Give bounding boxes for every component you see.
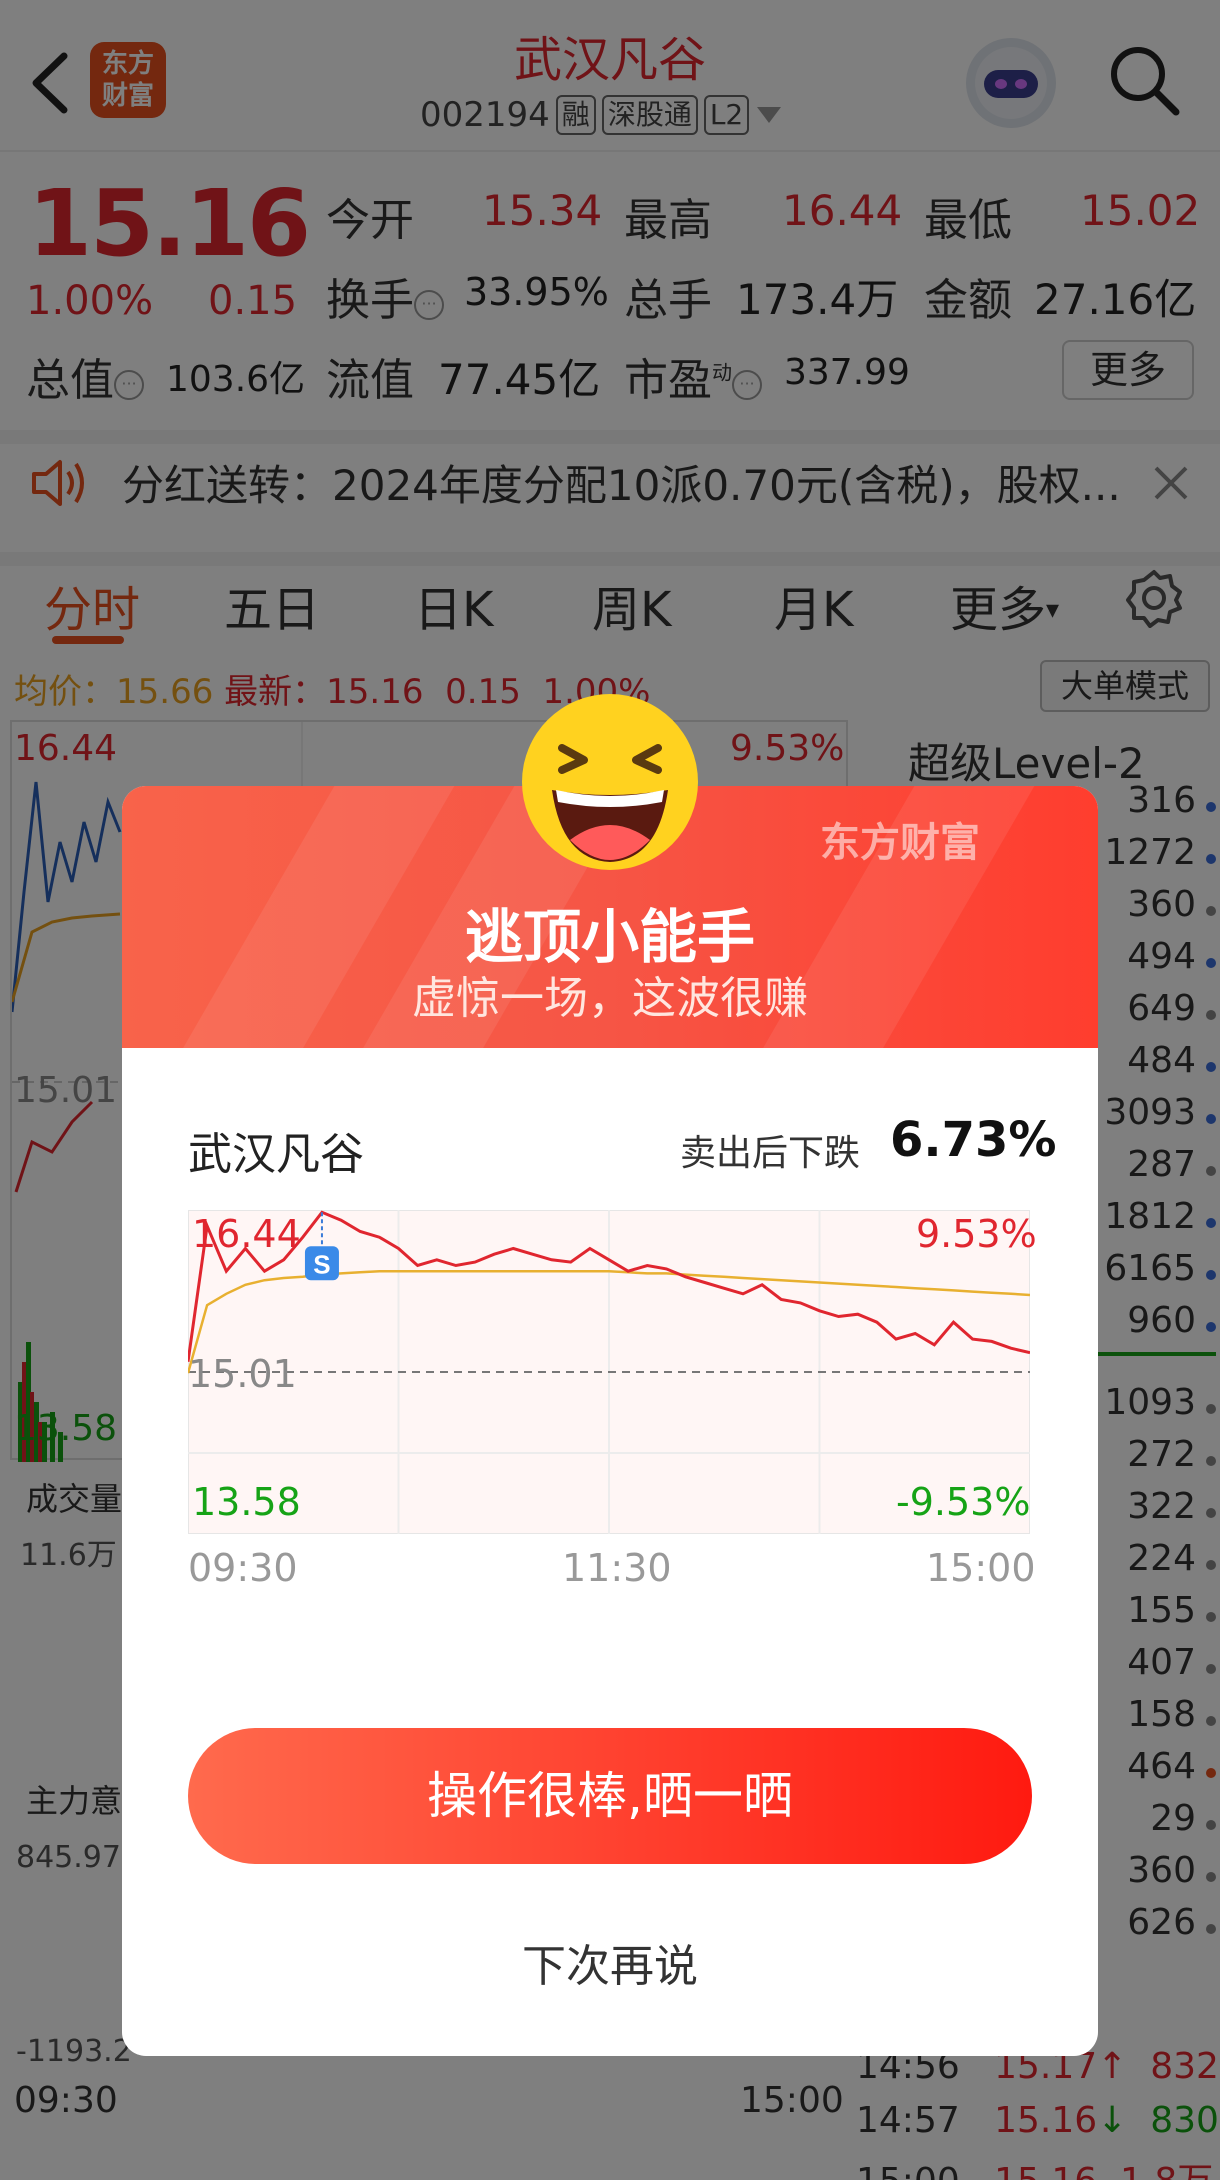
share-button[interactable]: 操作很棒,晒一晒 bbox=[188, 1728, 1032, 1864]
modal-subtitle: 虚惊一场，这波很赚 bbox=[412, 973, 808, 1024]
chart-high-label: 16.44 bbox=[192, 1212, 301, 1256]
drop-after-sell-value: 6.73% bbox=[890, 1112, 1057, 1168]
stock-detail-screen: 东方 财富 武汉凡谷 002194 融 深股通 L2 15.16 1.00% 0… bbox=[0, 0, 1220, 2180]
chart-prev-close-label: 15.01 bbox=[188, 1352, 297, 1396]
brand-watermark: 东方财富 bbox=[820, 820, 980, 866]
chart-time-mid: 11:30 bbox=[562, 1546, 672, 1590]
later-button[interactable]: 下次再说 bbox=[122, 1930, 1098, 1994]
chart-high-pct-label: 9.53% bbox=[916, 1212, 1037, 1256]
drop-after-sell-label: 卖出后下跌 bbox=[680, 1133, 861, 1174]
laughing-emoji-icon bbox=[518, 690, 702, 874]
sell-marker-label: S bbox=[313, 1249, 330, 1279]
chart-time-open: 09:30 bbox=[188, 1546, 298, 1590]
chart-low-pct-label: -9.53% bbox=[896, 1480, 1031, 1524]
chart-low-label: 13.58 bbox=[192, 1480, 301, 1524]
chart-time-close: 15:00 bbox=[926, 1546, 1036, 1590]
modal-stock-name: 武汉凡谷 bbox=[188, 1129, 364, 1180]
